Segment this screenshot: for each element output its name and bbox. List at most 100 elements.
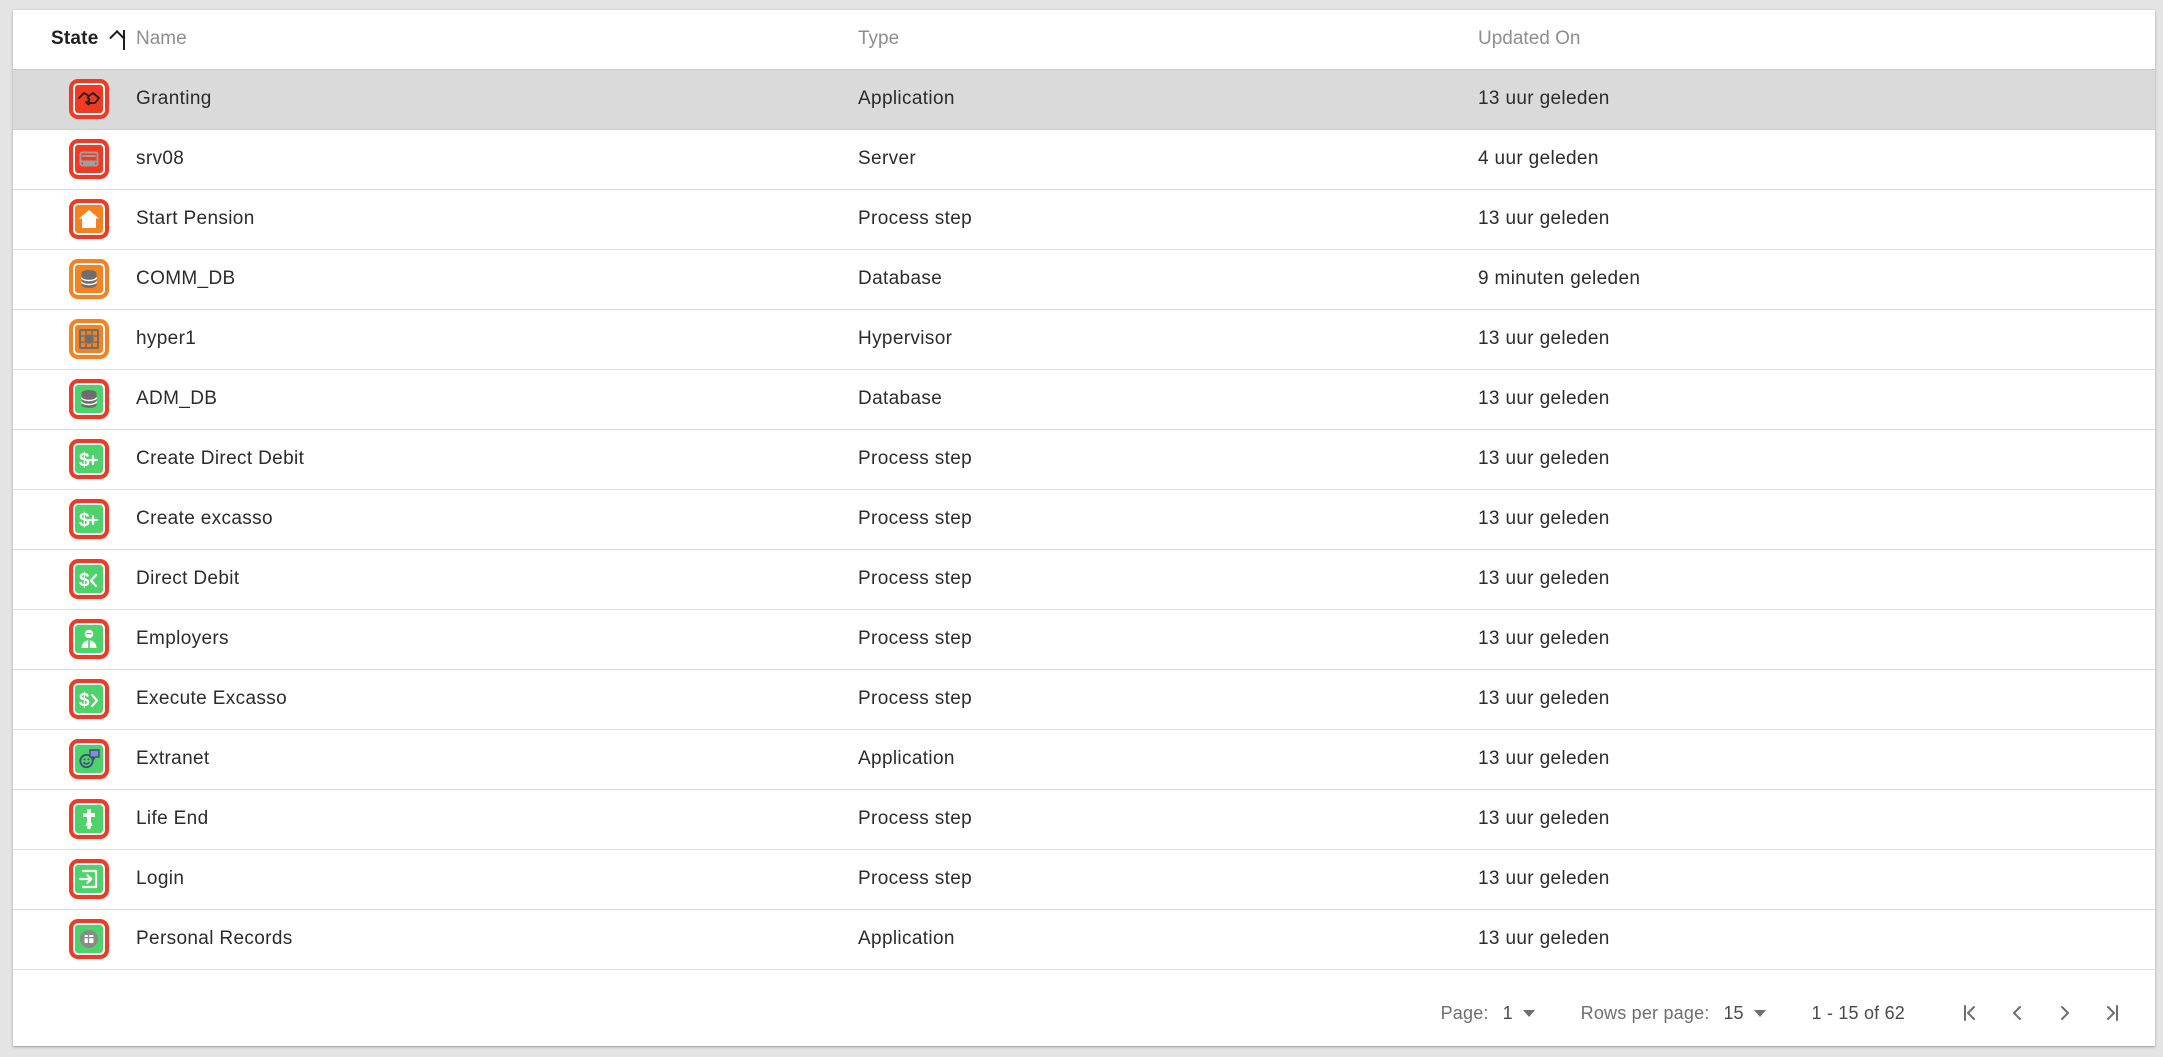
column-header-name[interactable]: Name — [135, 10, 857, 70]
table-row[interactable]: COMM_DB Database 9 minuten geleden — [13, 249, 2155, 310]
money-add-icon: $ — [73, 503, 105, 535]
records-icon — [73, 923, 105, 955]
cell-name: hyper1 — [135, 309, 857, 370]
page-root: State Name Type Updated On Granting Appl… — [0, 0, 2163, 1057]
cell-updated-on: 13 uur geleden — [1477, 849, 2155, 910]
state-badge[interactable] — [69, 739, 109, 779]
svg-text:$: $ — [79, 570, 90, 591]
cell-name: Execute Excasso — [135, 669, 857, 730]
column-header-updated-on-label: Updated On — [1478, 28, 1581, 50]
table-row[interactable]: Login Process step 13 uur geleden — [13, 849, 2155, 910]
state-badge[interactable] — [69, 259, 109, 299]
cell-name: Login — [135, 849, 857, 910]
table-row[interactable]: $ Create Direct Debit Process step 13 uur g… — [13, 429, 2155, 490]
cell-type: Server — [857, 129, 1477, 190]
state-badge[interactable] — [69, 139, 109, 179]
state-badge[interactable] — [69, 199, 109, 239]
cell-type: Hypervisor — [857, 309, 1477, 370]
cell-name: Extranet — [135, 729, 857, 790]
hypervisor-icon — [73, 323, 105, 355]
cell-updated-on: 13 uur geleden — [1477, 729, 2155, 790]
cell-name: Granting — [135, 69, 857, 130]
cell-state — [13, 309, 135, 370]
cell-name: Create excasso — [135, 489, 857, 550]
cell-name: Direct Debit — [135, 549, 857, 610]
cell-updated-on: 13 uur geleden — [1477, 669, 2155, 730]
column-header-updated-on[interactable]: Updated On — [1477, 10, 2155, 70]
paginator-range-label: 1 - 15 of 62 — [1811, 1002, 1905, 1023]
page-select[interactable]: 1 — [1503, 1003, 1535, 1024]
column-header-type[interactable]: Type — [857, 10, 1477, 70]
database-icon — [73, 383, 105, 415]
rows-per-page-select[interactable]: 15 — [1724, 1003, 1766, 1024]
cell-state — [13, 789, 135, 850]
cell-state: $ — [13, 669, 135, 730]
column-header-state[interactable]: State — [13, 10, 135, 70]
table-row[interactable]: $ Create excasso Process step 13 uur gelede… — [13, 489, 2155, 550]
table-card: State Name Type Updated On Granting Appl… — [13, 10, 2155, 1046]
money-out-icon: $ — [73, 683, 105, 715]
next-page-icon — [2061, 1006, 2069, 1020]
table-row[interactable]: Granting Application 13 uur geleden — [13, 69, 2155, 130]
cell-state: $ — [13, 489, 135, 550]
cell-type: Database — [857, 249, 1477, 310]
state-badge[interactable] — [69, 919, 109, 959]
login-icon — [73, 863, 105, 895]
table-row[interactable]: Life End Process step 13 uur geleden — [13, 789, 2155, 850]
table-row[interactable]: Start Pension Process step 13 uur geleden — [13, 189, 2155, 250]
cell-type: Application — [857, 909, 1477, 970]
table-row[interactable]: Extranet Application 13 uur geleden — [13, 729, 2155, 790]
chat-smiley-icon — [73, 743, 105, 775]
paginator-page-label: Page: — [1440, 1002, 1489, 1023]
person-icon — [73, 623, 105, 655]
previous-page-button[interactable] — [1993, 989, 2041, 1037]
cell-updated-on: 13 uur geleden — [1477, 309, 2155, 370]
svg-text:$: $ — [79, 690, 90, 711]
cell-state: $ — [13, 549, 135, 610]
cell-type: Process step — [857, 549, 1477, 610]
cell-type: Process step — [857, 489, 1477, 550]
state-badge[interactable] — [69, 859, 109, 899]
cell-type: Database — [857, 369, 1477, 430]
cell-name: COMM_DB — [135, 249, 857, 310]
cell-updated-on: 13 uur geleden — [1477, 369, 2155, 430]
table-row[interactable]: Employers Process step 13 uur geleden — [13, 609, 2155, 670]
cell-updated-on: 13 uur geleden — [1477, 429, 2155, 490]
cell-updated-on: 13 uur geleden — [1477, 609, 2155, 670]
cell-type: Process step — [857, 789, 1477, 850]
server-icon — [73, 143, 105, 175]
state-badge[interactable]: $ — [69, 499, 109, 539]
cell-type: Application — [857, 69, 1477, 130]
cell-state — [13, 189, 135, 250]
cell-name: Personal Records — [135, 909, 857, 970]
table-row[interactable]: ADM_DB Database 13 uur geleden — [13, 369, 2155, 430]
table-row[interactable]: srv08 Server 4 uur geleden — [13, 129, 2155, 190]
state-badge[interactable]: $ — [69, 679, 109, 719]
cell-state — [13, 849, 135, 910]
table-row[interactable]: $ Direct Debit Process step 13 uur geleden — [13, 549, 2155, 610]
cell-state — [13, 909, 135, 970]
cell-type: Process step — [857, 429, 1477, 490]
chevron-down-icon — [1522, 1009, 1535, 1017]
cell-updated-on: 13 uur geleden — [1477, 489, 2155, 550]
table-row[interactable]: hyper1 Hypervisor 13 uur geleden — [13, 309, 2155, 370]
last-page-button[interactable] — [2089, 989, 2137, 1037]
state-badge[interactable] — [69, 619, 109, 659]
cell-name: Create Direct Debit — [135, 429, 857, 490]
state-badge[interactable]: $ — [69, 559, 109, 599]
sort-ascending-arrow-icon — [114, 28, 134, 51]
cell-type: Process step — [857, 189, 1477, 250]
state-badge[interactable] — [69, 379, 109, 419]
cell-state — [13, 729, 135, 790]
table-row[interactable]: $ Execute Excasso Process step 13 uur geled… — [13, 669, 2155, 730]
cell-type: Process step — [857, 609, 1477, 670]
table-row[interactable]: Personal Records Application 13 uur gelede… — [13, 909, 2155, 970]
first-page-button[interactable] — [1945, 989, 1993, 1037]
state-badge[interactable] — [69, 319, 109, 359]
state-badge[interactable] — [69, 79, 109, 119]
state-badge[interactable] — [69, 799, 109, 839]
table-header-row: State Name Type Updated On — [13, 10, 2155, 70]
next-page-button[interactable] — [2041, 989, 2089, 1037]
column-header-type-label: Type — [858, 28, 900, 50]
state-badge[interactable]: $ — [69, 439, 109, 479]
